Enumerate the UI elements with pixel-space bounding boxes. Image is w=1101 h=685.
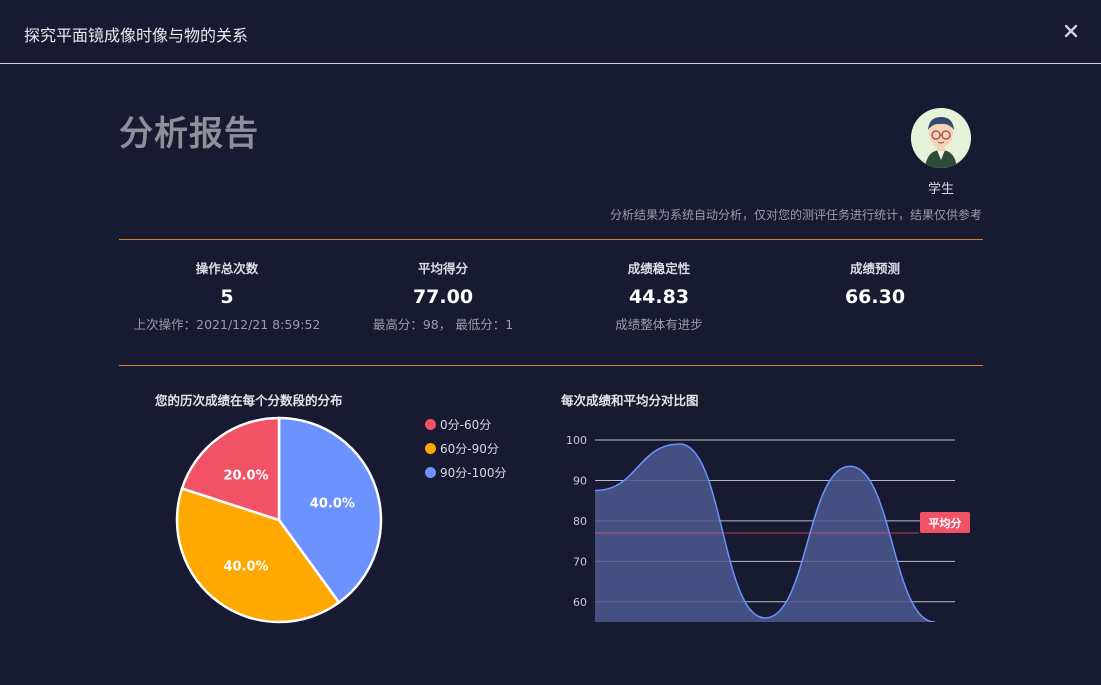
stat-value: 44.83 [628, 286, 690, 308]
close-icon [1064, 24, 1078, 38]
stat-label: 平均得分 [417, 261, 468, 276]
legend-dot [425, 418, 436, 430]
legend-dot [425, 466, 436, 478]
report-title: 分析报告 [119, 114, 259, 154]
pie-label-slice-0-60: 20.0% [223, 469, 268, 484]
pie-label-slice-60-90: 40.0% [223, 559, 268, 574]
student-avatar-icon [911, 108, 971, 168]
stat-total-operations: 操作总次数 5 上次操作：2021/12/21 8:59:52 [117, 258, 337, 332]
stat-value: 5 [220, 286, 234, 308]
score-comparison-chart: 100 90 80 70 60 平均分 [566, 434, 970, 622]
divider-top [119, 239, 983, 240]
pie-chart-title: 您的历次成绩在每个分数段的分布 [155, 393, 343, 408]
average-line-label: 平均分 [920, 512, 970, 534]
legend-item-90-100[interactable]: 90分-100分 [425, 460, 507, 484]
stat-stability: 成绩稳定性 44.83 成绩整体有进步 [549, 258, 769, 332]
legend-label: 0分-60分 [440, 417, 492, 432]
close-button[interactable] [1061, 21, 1081, 41]
stat-value: 66.30 [844, 286, 906, 308]
stat-prediction: 成绩预测 66.30 [765, 258, 985, 332]
stat-sub: 最高分：98， 最低分：1 [372, 317, 514, 332]
pie-legend: 0分-60分 60分-90分 90分-100分 [425, 412, 507, 484]
stat-sub: 成绩整体有进步 [615, 317, 703, 332]
legend-item-60-90[interactable]: 60分-90分 [425, 436, 507, 460]
divider-bottom [119, 365, 983, 366]
y-tick-label: 100 [566, 434, 587, 447]
y-tick-label: 70 [573, 555, 587, 568]
legend-item-0-60[interactable]: 0分-60分 [425, 412, 507, 436]
y-tick-label: 90 [573, 474, 587, 487]
stat-sub [765, 314, 985, 332]
disclaimer-text: 分析结果为系统自动分析，仅对您的测评任务进行统计，结果仅供参考 [609, 208, 982, 222]
stat-value: 77.00 [412, 286, 474, 308]
avatar [911, 108, 971, 168]
user-role-label: 学生 [927, 182, 954, 197]
stat-sub: 上次操作：2021/12/21 8:59:52 [133, 317, 321, 332]
stat-average-score: 平均得分 77.00 最高分：98， 最低分：1 [333, 258, 553, 332]
stat-label: 成绩稳定性 [627, 261, 691, 276]
y-tick-label: 60 [573, 596, 587, 609]
legend-label: 90分-100分 [440, 465, 507, 480]
stat-label: 成绩预测 [849, 261, 900, 276]
pie-label-slice-90-100: 40.0% [310, 497, 355, 512]
average-badge-text: 平均分 [929, 516, 962, 530]
legend-label: 60分-90分 [440, 441, 499, 456]
stat-label: 操作总次数 [195, 261, 259, 276]
title-bar: 探究平面镜成像时像与物的关系 [0, 0, 1101, 64]
y-tick-label: 80 [573, 515, 587, 528]
legend-dot [425, 442, 436, 454]
window-title: 探究平面镜成像时像与物的关系 [24, 26, 249, 45]
area-chart-title: 每次成绩和平均分对比图 [561, 393, 699, 408]
pie-chart: 40.0% 40.0% 20.0% [175, 416, 383, 624]
